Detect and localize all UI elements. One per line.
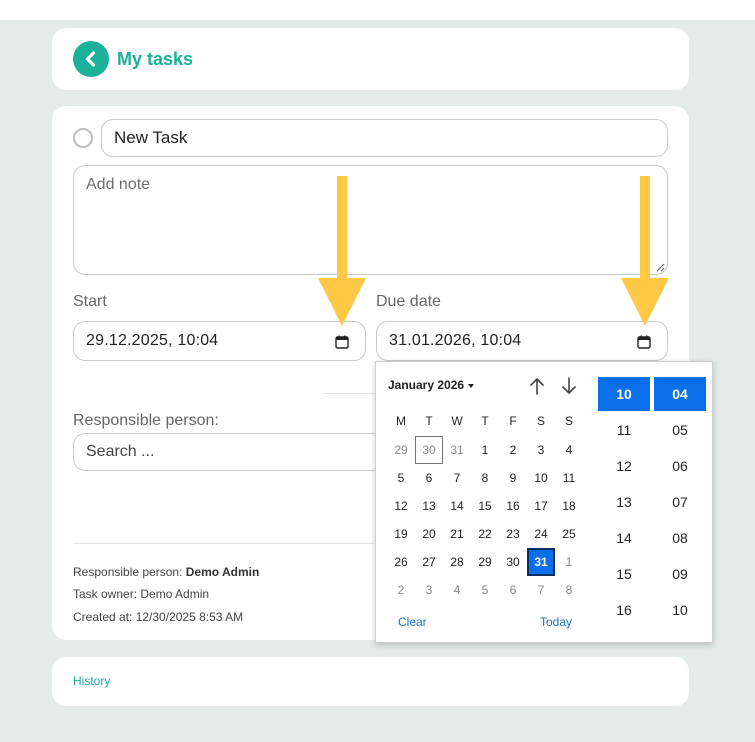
hour-option[interactable]: 10 <box>598 377 650 411</box>
calendar-day[interactable]: 30 <box>415 436 443 464</box>
arrow-down-icon[interactable] <box>560 376 578 396</box>
calendar-day[interactable]: 3 <box>527 436 555 464</box>
history-card: History <box>52 657 689 706</box>
calendar-day[interactable]: 13 <box>415 492 443 520</box>
weekday-header: T <box>425 414 433 428</box>
weekday-header: M <box>396 414 406 428</box>
clear-button[interactable]: Clear <box>398 615 427 629</box>
calendar-day[interactable]: 18 <box>555 492 583 520</box>
hour-option[interactable]: 14 <box>598 521 650 555</box>
calendar-day[interactable]: 15 <box>471 492 499 520</box>
arrow-up-icon[interactable] <box>528 376 546 396</box>
calendar-day[interactable]: 4 <box>443 576 471 604</box>
minute-option[interactable]: 10 <box>654 593 706 627</box>
note-placeholder: Add note <box>86 176 151 193</box>
calendar-day[interactable]: 4 <box>555 436 583 464</box>
hour-option[interactable]: 15 <box>598 557 650 591</box>
calendar-day[interactable]: 24 <box>527 520 555 548</box>
calendar-day[interactable]: 20 <box>415 520 443 548</box>
calendar-day[interactable]: 16 <box>499 492 527 520</box>
responsible-label: Responsible person: <box>73 412 219 429</box>
calendar-day[interactable]: 8 <box>471 464 499 492</box>
calendar-day[interactable]: 3 <box>415 576 443 604</box>
calendar-day[interactable]: 5 <box>387 464 415 492</box>
meta-responsible: Responsible person: Demo Admin <box>73 565 260 579</box>
chevron-left-icon <box>85 51 96 67</box>
calendar-day[interactable]: 21 <box>443 520 471 548</box>
minute-option[interactable]: 07 <box>654 485 706 519</box>
calendar-day[interactable]: 2 <box>387 576 415 604</box>
hour-option[interactable]: 11 <box>598 413 650 447</box>
weekday-header: S <box>536 414 545 428</box>
calendar-day[interactable]: 2 <box>499 436 527 464</box>
calendar-day[interactable]: 28 <box>443 548 471 576</box>
calendar-day[interactable]: 5 <box>471 576 499 604</box>
calendar-day[interactable]: 8 <box>555 576 583 604</box>
meta-owner: Task owner: Demo Admin <box>73 587 210 601</box>
task-complete-checkbox[interactable] <box>73 128 93 148</box>
back-button[interactable] <box>73 41 109 77</box>
weekday-header: W <box>451 414 463 428</box>
page-title: My tasks <box>117 49 194 69</box>
weekday-header: F <box>509 414 517 428</box>
calendar-day[interactable]: 25 <box>555 520 583 548</box>
month-selector[interactable]: January 2026 <box>388 378 475 392</box>
calendar-day[interactable]: 6 <box>499 576 527 604</box>
meta-created: Created at: 12/30/2025 8:53 AM <box>73 610 244 624</box>
note-textarea[interactable]: Add note <box>73 165 668 275</box>
calendar-day[interactable]: 12 <box>387 492 415 520</box>
search-placeholder: Search ... <box>86 443 155 460</box>
calendar-day[interactable]: 22 <box>471 520 499 548</box>
calendar-day[interactable]: 7 <box>443 464 471 492</box>
history-link[interactable]: History <box>73 674 110 688</box>
weekday-header: T <box>481 414 489 428</box>
calendar-day[interactable]: 30 <box>499 548 527 576</box>
calendar-day[interactable]: 1 <box>555 548 583 576</box>
calendar-day[interactable]: 6 <box>415 464 443 492</box>
task-title-input[interactable]: New Task <box>101 119 668 157</box>
divider <box>322 393 376 394</box>
top-bar <box>0 0 755 20</box>
datetime-picker: January 2026 MTWTFSS 29 30 31 1 2 3 4 5 6 7 8 9 10 11… <box>375 361 713 643</box>
annotation-arrow-start <box>318 176 366 326</box>
calendar-day[interactable]: 29 <box>471 548 499 576</box>
minute-option[interactable]: 05 <box>654 413 706 447</box>
calendar-day[interactable]: 31 <box>443 436 471 464</box>
due-date-value: 31.01.2026, 10:04 <box>389 332 522 349</box>
divider <box>73 543 376 544</box>
annotation-arrow-due <box>621 176 669 326</box>
weekday-header: S <box>564 414 573 428</box>
calendar-day[interactable]: 23 <box>499 520 527 548</box>
calendar-day[interactable]: 19 <box>387 520 415 548</box>
calendar-icon[interactable] <box>637 335 651 349</box>
hour-option[interactable]: 13 <box>598 485 650 519</box>
start-label: Start <box>73 293 107 310</box>
minute-option[interactable]: 06 <box>654 449 706 483</box>
hour-option[interactable]: 16 <box>598 593 650 627</box>
due-date-label: Due date <box>376 293 441 310</box>
calendar-day[interactable]: 26 <box>387 548 415 576</box>
responsible-search-input[interactable]: Search ... <box>73 433 393 471</box>
calendar-day[interactable]: 7 <box>527 576 555 604</box>
minute-option[interactable]: 04 <box>654 377 706 411</box>
caret-down-icon <box>468 383 475 388</box>
responsible-name: Demo Admin <box>185 565 260 579</box>
calendar-day[interactable]: 1 <box>471 436 499 464</box>
calendar-day[interactable]: 10 <box>527 464 555 492</box>
minute-option[interactable]: 08 <box>654 521 706 555</box>
calendar-day[interactable]: 27 <box>415 548 443 576</box>
minute-option[interactable]: 09 <box>654 557 706 591</box>
header-card: My tasks <box>52 28 689 90</box>
calendar-day[interactable]: 14 <box>443 492 471 520</box>
calendar-day[interactable]: 17 <box>527 492 555 520</box>
calendar-day[interactable]: 11 <box>555 464 583 492</box>
calendar-day[interactable]: 9 <box>499 464 527 492</box>
calendar-day[interactable]: 29 <box>387 436 415 464</box>
calendar-icon[interactable] <box>335 335 349 349</box>
hour-option[interactable]: 12 <box>598 449 650 483</box>
calendar-day[interactable]: 31 <box>527 548 555 576</box>
start-date-value: 29.12.2025, 10:04 <box>86 332 219 349</box>
today-button[interactable]: Today <box>540 615 572 629</box>
